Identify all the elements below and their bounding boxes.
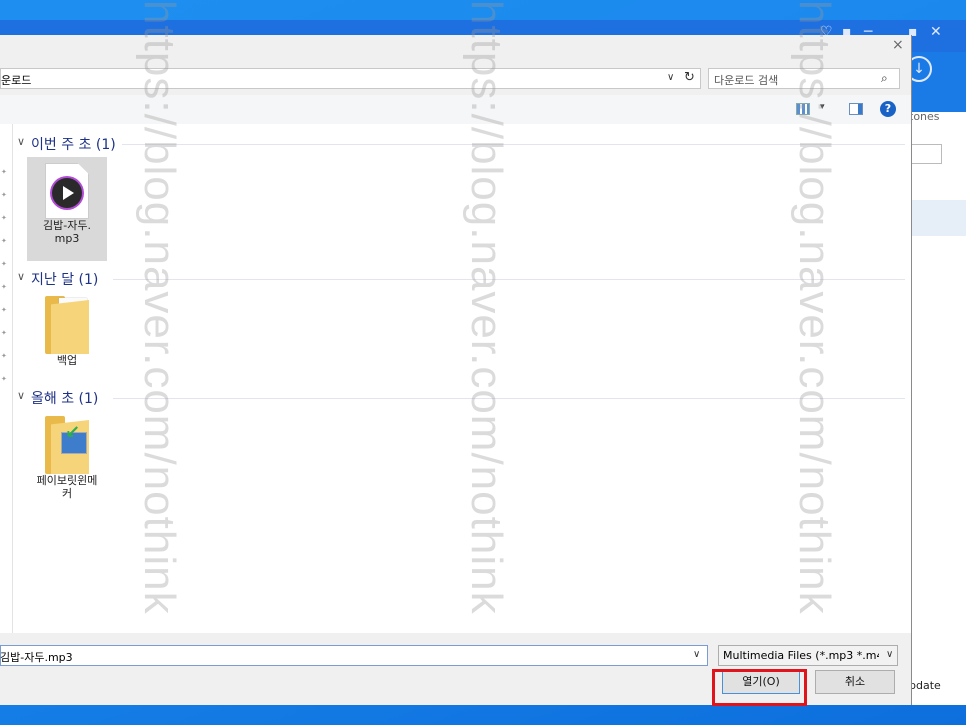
file-name: 페이보릿윈메 커 <box>36 474 98 500</box>
pin-icon: ✦ <box>1 283 7 291</box>
cancel-button[interactable]: 취소 <box>815 670 895 694</box>
watermark: https://blog.naver.com/nothink <box>790 0 839 615</box>
file-type-value: Multimedia Files (*.mp3 *.m4a <box>723 649 879 662</box>
folder-icon <box>45 296 89 354</box>
watermark: https://blog.naver.com/nothink <box>135 0 184 615</box>
pin-icon: ✦ <box>1 260 7 268</box>
audio-file-icon <box>45 163 89 219</box>
background-tab-label[interactable]: tones <box>909 110 940 123</box>
refresh-icon[interactable]: ↻ <box>684 70 695 85</box>
chevron-down-icon[interactable]: ∨ <box>17 389 25 402</box>
chevron-down-icon[interactable]: ∨ <box>886 649 893 660</box>
group-label: 이번 주 초 (1) <box>31 134 122 154</box>
dialog-close-icon[interactable]: × <box>892 37 904 53</box>
close-icon[interactable]: ✕ <box>930 24 942 40</box>
play-icon <box>52 178 82 208</box>
pin-icon: ✦ <box>1 237 7 245</box>
pin-icon: ✦ <box>1 329 7 337</box>
file-name: 김밥-자두. mp3 <box>43 219 91 245</box>
download-arrow-icon: ↙ <box>65 422 81 443</box>
background-input[interactable] <box>910 144 942 164</box>
file-name: 백업 <box>56 354 78 367</box>
pin-icon: ✦ <box>1 214 7 222</box>
highlight-annotation <box>712 669 807 706</box>
background-selected-row[interactable] <box>910 200 966 236</box>
file-item-mp3[interactable]: 김밥-자두. mp3 <box>27 157 107 261</box>
group-label: 지난 달 (1) <box>31 269 105 289</box>
address-bar[interactable]: 운로드 ∨ ↻ <box>0 68 701 89</box>
help-icon[interactable]: ? <box>880 101 896 117</box>
chevron-down-icon[interactable]: ∨ <box>693 649 700 660</box>
chevron-down-icon[interactable]: ∨ <box>17 135 25 148</box>
pin-icon: ✦ <box>1 191 7 199</box>
search-icon[interactable]: ⌕ <box>881 71 888 86</box>
file-item-folder-backup[interactable]: 백업 <box>27 292 107 382</box>
group-label: 올해 초 (1) <box>31 388 105 408</box>
install-folder-icon: ↙ <box>45 416 89 474</box>
filename-value: 김밥-자두.mp3 <box>0 651 73 664</box>
filename-field[interactable]: 김밥-자두.mp3 ∨ <box>0 645 708 666</box>
background-update-label[interactable]: pdate <box>909 679 941 692</box>
pin-icon: ✦ <box>1 352 7 360</box>
search-placeholder: 다운로드 검색 <box>714 74 779 87</box>
pin-icon: ✦ <box>1 306 7 314</box>
address-path: 운로드 <box>1 74 32 87</box>
pin-icon: ✦ <box>1 168 7 176</box>
preview-pane-icon[interactable] <box>849 103 863 115</box>
pin-icon: ✦ <box>1 375 7 383</box>
chevron-down-icon[interactable]: ∨ <box>667 72 674 83</box>
watermark: https://blog.naver.com/nothink <box>462 0 511 615</box>
file-type-select[interactable]: Multimedia Files (*.mp3 *.m4a ∨ <box>718 645 898 666</box>
chevron-down-icon[interactable]: ∨ <box>17 270 25 283</box>
file-item-folder-installer[interactable]: ↙ 페이보릿윈메 커 <box>27 412 107 512</box>
navigation-pane[interactable]: ✦ ✦ ✦ ✦ ✦ ✦ ✦ ✦ ✦ ✦ <box>0 124 13 633</box>
folder-front <box>51 300 89 354</box>
